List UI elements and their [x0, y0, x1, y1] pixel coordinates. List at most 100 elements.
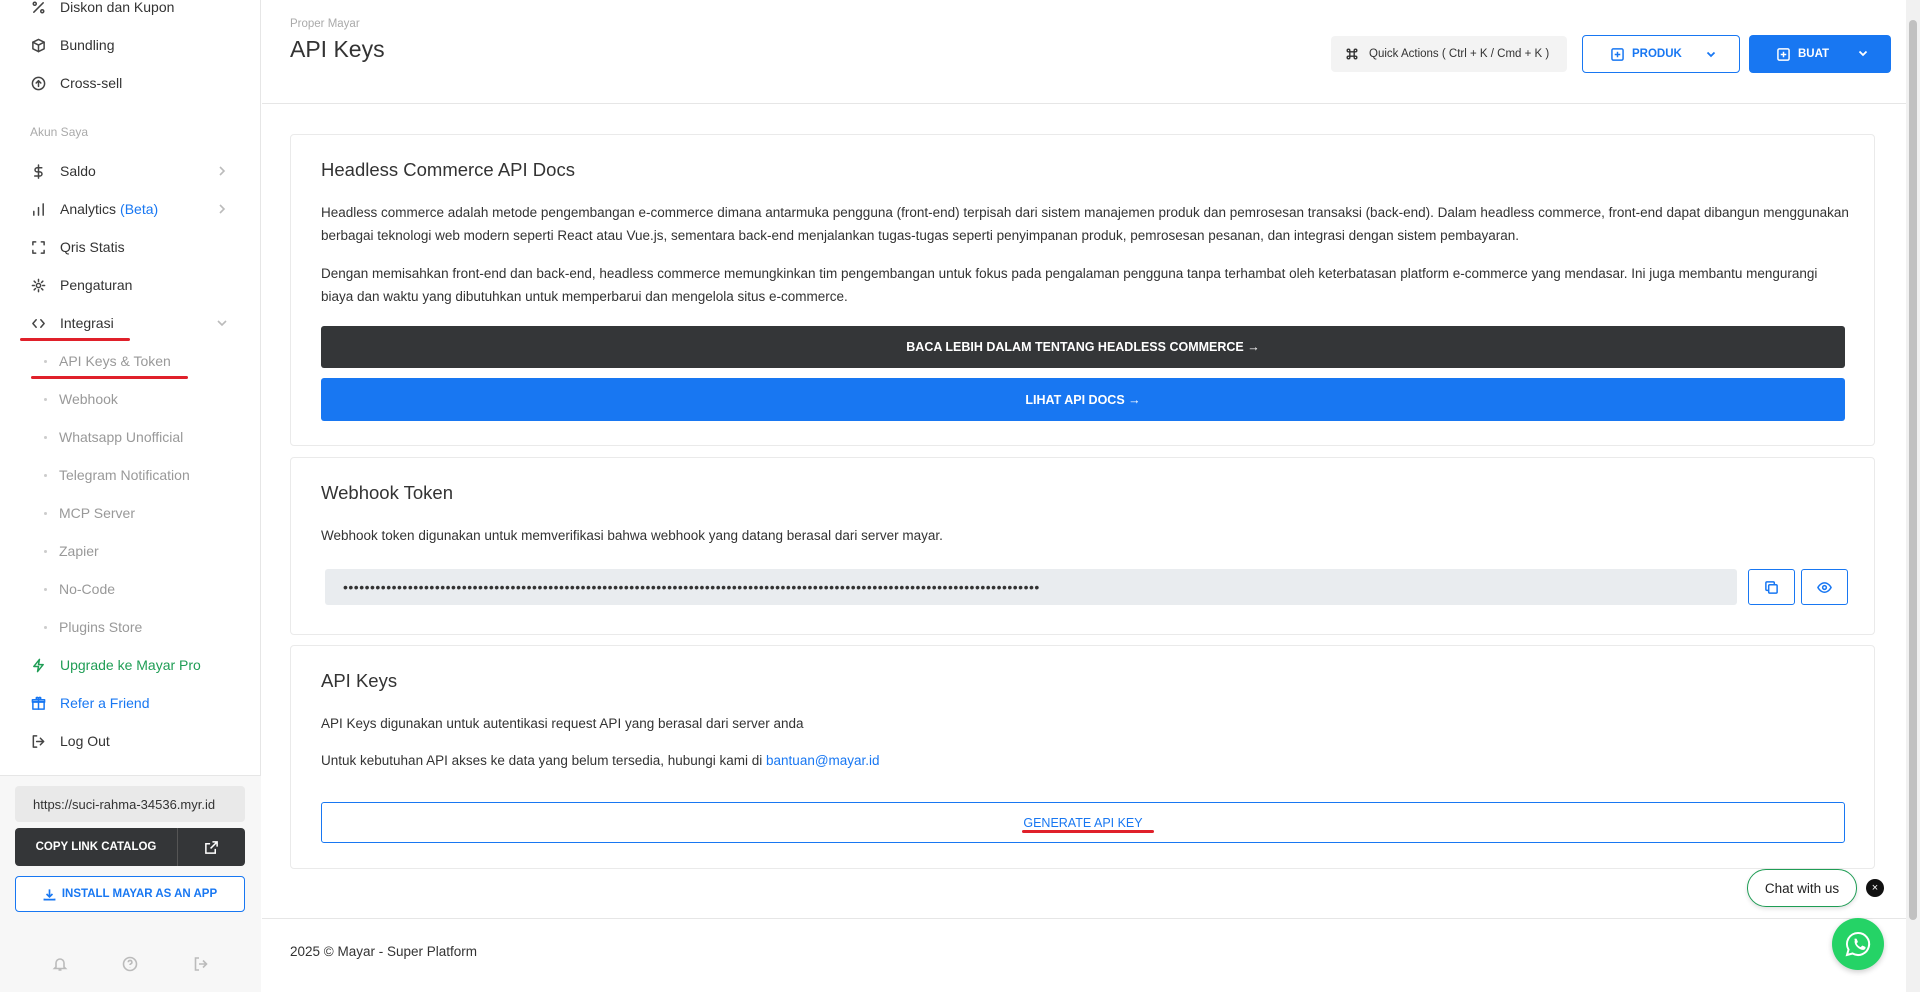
contact-text: Untuk kebutuhan API akses ke data yang b…	[321, 749, 1851, 772]
sidebar-item-label: Diskon dan Kupon	[60, 0, 175, 15]
sub-item-label: API Keys & Token	[59, 353, 171, 369]
sidebar-item-upgrade[interactable]: Upgrade ke Mayar Pro	[0, 646, 261, 684]
sidebar-item-label: Refer a Friend	[60, 695, 150, 711]
buat-button[interactable]: BUAT	[1749, 35, 1891, 73]
sub-item-label: Webhook	[59, 391, 118, 407]
whatsapp-icon	[1845, 931, 1871, 957]
eye-icon	[1817, 581, 1832, 593]
chevron-down-icon	[215, 316, 229, 330]
sidebar-item-label: Log Out	[60, 733, 110, 749]
sub-item-label: Plugins Store	[59, 619, 143, 635]
bullet-icon	[44, 359, 47, 363]
whatsapp-button[interactable]	[1832, 918, 1884, 970]
sub-item-label: Telegram Notification	[59, 467, 190, 483]
sidebar-sub-whatsapp[interactable]: Whatsapp Unofficial	[44, 418, 183, 456]
plus-square-icon	[1611, 47, 1624, 61]
chevron-right-icon	[215, 164, 229, 178]
sidebar-sub-zapier[interactable]: Zapier	[44, 532, 99, 570]
chat-with-us-bubble[interactable]: Chat with us	[1747, 869, 1857, 907]
show-token-button[interactable]	[1801, 569, 1848, 605]
copy-link-label: COPY LINK CATALOG	[35, 841, 157, 853]
sidebar-item-label: Cross-sell	[60, 75, 123, 91]
download-icon	[43, 888, 56, 900]
plus-square-icon	[1777, 47, 1790, 61]
sidebar-sub-api-keys[interactable]: API Keys & Token	[44, 342, 171, 380]
annotation-underline	[20, 338, 130, 341]
sidebar-item-logout[interactable]: Log Out	[0, 722, 261, 760]
card-title: Webhook Token	[321, 482, 453, 503]
quick-actions-button[interactable]: Quick Actions ( Ctrl + K / Cmd + K )	[1331, 36, 1567, 72]
sidebar-bottom-panel: https://suci-rahma-34536.myr.id COPY LIN…	[0, 775, 261, 992]
dollar-icon	[30, 163, 46, 179]
sidebar-sub-nocode[interactable]: No-Code	[44, 570, 115, 608]
sidebar-item-label: Analytics	[60, 201, 117, 217]
sidebar: Diskon dan Kupon Bundling Cross-sell Aku…	[0, 0, 261, 992]
sidebar-sub-webhook[interactable]: Webhook	[44, 380, 118, 418]
sidebar-item-bundling[interactable]: Bundling	[0, 26, 261, 64]
sidebar-item-label: Pengaturan	[60, 277, 133, 293]
sidebar-item-qris[interactable]: Qris Statis	[0, 228, 261, 266]
sidebar-item-pengaturan[interactable]: Pengaturan	[0, 266, 261, 304]
copy-link-catalog-button[interactable]: COPY LINK CATALOG	[15, 828, 245, 866]
webhook-token-field[interactable]: ••••••••••••••••••••••••••••••••••••••••…	[325, 569, 1737, 605]
external-link-icon[interactable]	[177, 828, 245, 866]
bullet-icon	[44, 625, 47, 629]
logout-icon[interactable]	[193, 956, 209, 977]
section-label-akun: Akun Saya	[30, 125, 89, 139]
bullet-icon	[44, 549, 47, 553]
logout-icon	[30, 733, 46, 749]
sidebar-sub-plugins[interactable]: Plugins Store	[44, 608, 142, 646]
footer-copyright: 2025 © Mayar - Super Platform	[290, 944, 478, 959]
chevron-down-icon	[1858, 50, 1868, 57]
produk-button[interactable]: PRODUK	[1582, 35, 1740, 73]
bell-icon[interactable]	[52, 956, 68, 977]
card-title: API Keys	[321, 670, 398, 691]
store-url-field[interactable]: https://suci-rahma-34536.myr.id	[15, 786, 245, 822]
scrollbar-thumb[interactable]	[1909, 20, 1917, 920]
sidebar-item-diskon[interactable]: Diskon dan Kupon	[0, 0, 261, 26]
card-description: Webhook token digunakan untuk memverifik…	[321, 528, 943, 543]
code-icon	[30, 315, 46, 331]
read-more-headless-button[interactable]: BACA LEBIH DALAM TENTANG HEADLESS COMMER…	[321, 326, 1845, 368]
bullet-icon	[44, 435, 47, 439]
page-scrollbar[interactable]	[1906, 0, 1920, 992]
close-icon[interactable]: ×	[1866, 879, 1884, 897]
generate-label: GENERATE API KEY	[1023, 815, 1143, 830]
generate-api-key-button[interactable]: GENERATE API KEY	[321, 802, 1845, 843]
sub-item-label: No-Code	[59, 581, 116, 597]
breadcrumb[interactable]: Proper Mayar	[290, 18, 360, 30]
help-icon[interactable]	[122, 956, 138, 977]
sidebar-item-analytics[interactable]: Analytics (Beta)	[0, 190, 261, 228]
sidebar-item-label: Qris Statis	[60, 239, 125, 255]
sidebar-footer-icons	[0, 939, 261, 992]
sub-item-label: Zapier	[59, 543, 99, 559]
headless-docs-card: Headless Commerce API Docs Headless comm…	[290, 134, 1875, 446]
copy-token-button[interactable]	[1748, 569, 1795, 605]
gear-icon	[30, 277, 46, 293]
contact-email-link[interactable]: bantuan@mayar.id	[766, 753, 880, 768]
contact-prefix: Untuk kebutuhan API akses ke data yang b…	[321, 753, 767, 768]
bar-chart-icon	[30, 201, 46, 217]
webhook-token-card: Webhook Token Webhook token digunakan un…	[290, 457, 1875, 635]
percent-icon	[30, 0, 46, 15]
sidebar-item-refer[interactable]: Refer a Friend	[0, 684, 261, 722]
install-app-button[interactable]: INSTALL MAYAR AS AN APP	[15, 876, 245, 912]
sidebar-sub-mcp[interactable]: MCP Server	[44, 494, 135, 532]
view-api-docs-button[interactable]: LIHAT API DOCS →	[321, 378, 1845, 421]
card-description: API Keys digunakan untuk autentikasi req…	[321, 716, 804, 731]
command-icon	[1346, 48, 1358, 60]
bullet-icon	[44, 397, 47, 401]
produk-label: PRODUK	[1632, 48, 1682, 60]
quick-actions-label: Quick Actions ( Ctrl + K / Cmd + K )	[1369, 48, 1550, 60]
bullet-icon	[44, 511, 47, 515]
annotation-underline	[31, 376, 188, 379]
page-title: API Keys	[290, 36, 385, 62]
beta-badge: (Beta)	[120, 201, 159, 217]
sidebar-item-saldo[interactable]: Saldo	[0, 152, 261, 190]
box-icon	[30, 37, 46, 53]
sidebar-item-cross-sell[interactable]: Cross-sell	[0, 64, 261, 102]
sidebar-sub-telegram[interactable]: Telegram Notification	[44, 456, 190, 494]
scan-icon	[30, 239, 46, 255]
install-label: INSTALL MAYAR AS AN APP	[61, 888, 218, 900]
sidebar-item-integrasi[interactable]: Integrasi	[0, 304, 261, 342]
